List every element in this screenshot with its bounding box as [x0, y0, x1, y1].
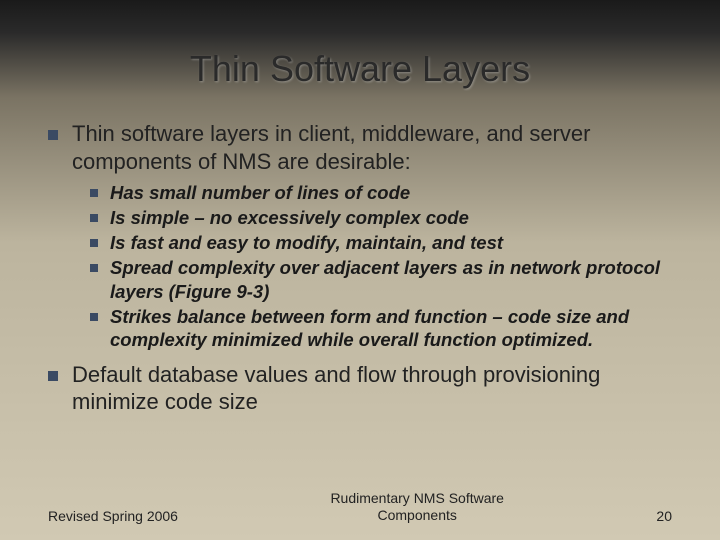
square-bullet-icon: [48, 130, 58, 140]
square-bullet-icon: [48, 371, 58, 381]
bullet-level2: Has small number of lines of code: [90, 181, 672, 204]
footer-left: Revised Spring 2006: [48, 508, 178, 524]
slide-footer: Revised Spring 2006 Rudimentary NMS Soft…: [0, 490, 720, 524]
sub-bullet-text: Has small number of lines of code: [110, 181, 410, 204]
sub-bullet-text: Is fast and easy to modify, maintain, an…: [110, 231, 503, 254]
bullet-level2: Is fast and easy to modify, maintain, an…: [90, 231, 672, 254]
bullet-level2: Is simple – no excessively complex code: [90, 206, 672, 229]
footer-center: Rudimentary NMS Software Components: [330, 490, 504, 524]
bullet-level1: Default database values and flow through…: [48, 361, 672, 416]
bullet-text: Default database values and flow through…: [72, 361, 672, 416]
square-bullet-icon: [90, 264, 98, 272]
bullet-level1: Thin software layers in client, middlewa…: [48, 120, 672, 175]
bullet-level2: Strikes balance between form and functio…: [90, 305, 672, 351]
bullet-level2: Spread complexity over adjacent layers a…: [90, 256, 672, 302]
square-bullet-icon: [90, 214, 98, 222]
slide-content: Thin software layers in client, middlewa…: [0, 90, 720, 416]
footer-center-line1: Rudimentary NMS Software: [330, 490, 504, 506]
footer-center-line2: Components: [378, 507, 457, 523]
bullet-text: Thin software layers in client, middlewa…: [72, 120, 672, 175]
sub-bullet-text: Spread complexity over adjacent layers a…: [110, 256, 672, 302]
slide: Thin Software Layers Thin software layer…: [0, 0, 720, 540]
square-bullet-icon: [90, 189, 98, 197]
square-bullet-icon: [90, 313, 98, 321]
footer-page-number: 20: [656, 508, 672, 524]
sub-bullet-text: Is simple – no excessively complex code: [110, 206, 469, 229]
sub-bullets: Has small number of lines of code Is sim…: [48, 181, 672, 351]
square-bullet-icon: [90, 239, 98, 247]
slide-title: Thin Software Layers: [0, 0, 720, 90]
sub-bullet-text: Strikes balance between form and functio…: [110, 305, 672, 351]
